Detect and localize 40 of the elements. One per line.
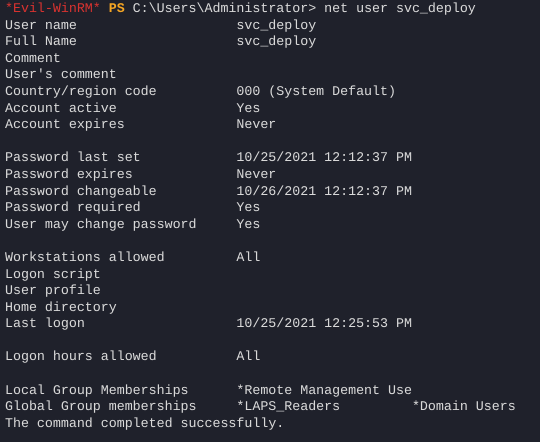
field-label: User's comment (5, 67, 118, 84)
field-label: Full Name (5, 34, 78, 51)
field-value: 10/26/2021 12:12:37 PM (236, 184, 412, 199)
command-text: C:\Users\Administrator> net user svc_deploy (132, 1, 476, 18)
field-value: svc_deploy (236, 18, 316, 33)
field-value: Yes (236, 200, 260, 216)
field-label: Password required (5, 200, 142, 217)
field-value: *Remote Management Use (236, 382, 412, 398)
field-value: Never (236, 117, 276, 132)
field-label: User name (5, 18, 78, 34)
field-value: Yes (236, 216, 260, 232)
field-label: Local Group Memberships (5, 382, 190, 400)
field-label: Logon hours allowed (5, 349, 158, 366)
field-value: 10/25/2021 12:12:37 PM (236, 150, 412, 166)
field-label: Last logon (5, 316, 86, 333)
field-label: Workstations allowed (5, 250, 166, 266)
field-value: *LAPS_Readers (236, 399, 340, 414)
field-label: Home directory (5, 300, 118, 316)
field-value: 10/25/2021 12:25:53 PM (236, 316, 412, 332)
field-value: All (236, 349, 260, 364)
field-value: All (236, 250, 260, 265)
field-label: Account expires (5, 117, 126, 134)
ps-prompt: PS (108, 1, 125, 18)
result-message: The command completed successfully. (5, 416, 286, 432)
field-label: Global Group memberships (5, 399, 198, 416)
field-value: Yes (236, 100, 260, 116)
field-label: Password changeable (5, 184, 158, 200)
field-label: Logon script (5, 266, 102, 284)
field-value: Never (236, 166, 276, 182)
field-label: User may change password (5, 216, 198, 234)
field-label: Account active (5, 100, 118, 118)
field-label: Password last set (5, 150, 142, 167)
field-label: User profile (5, 283, 102, 300)
field-label: Password expires (5, 166, 134, 184)
field-label: Comment (5, 50, 62, 68)
field-label: Country/region code (5, 84, 158, 101)
shell-tag: *Evil-WinRM* (5, 1, 101, 18)
field-value: 000 (System Default) (236, 84, 396, 99)
field-value: svc_deploy (236, 34, 316, 50)
field-value: *Domain Users (412, 399, 516, 414)
